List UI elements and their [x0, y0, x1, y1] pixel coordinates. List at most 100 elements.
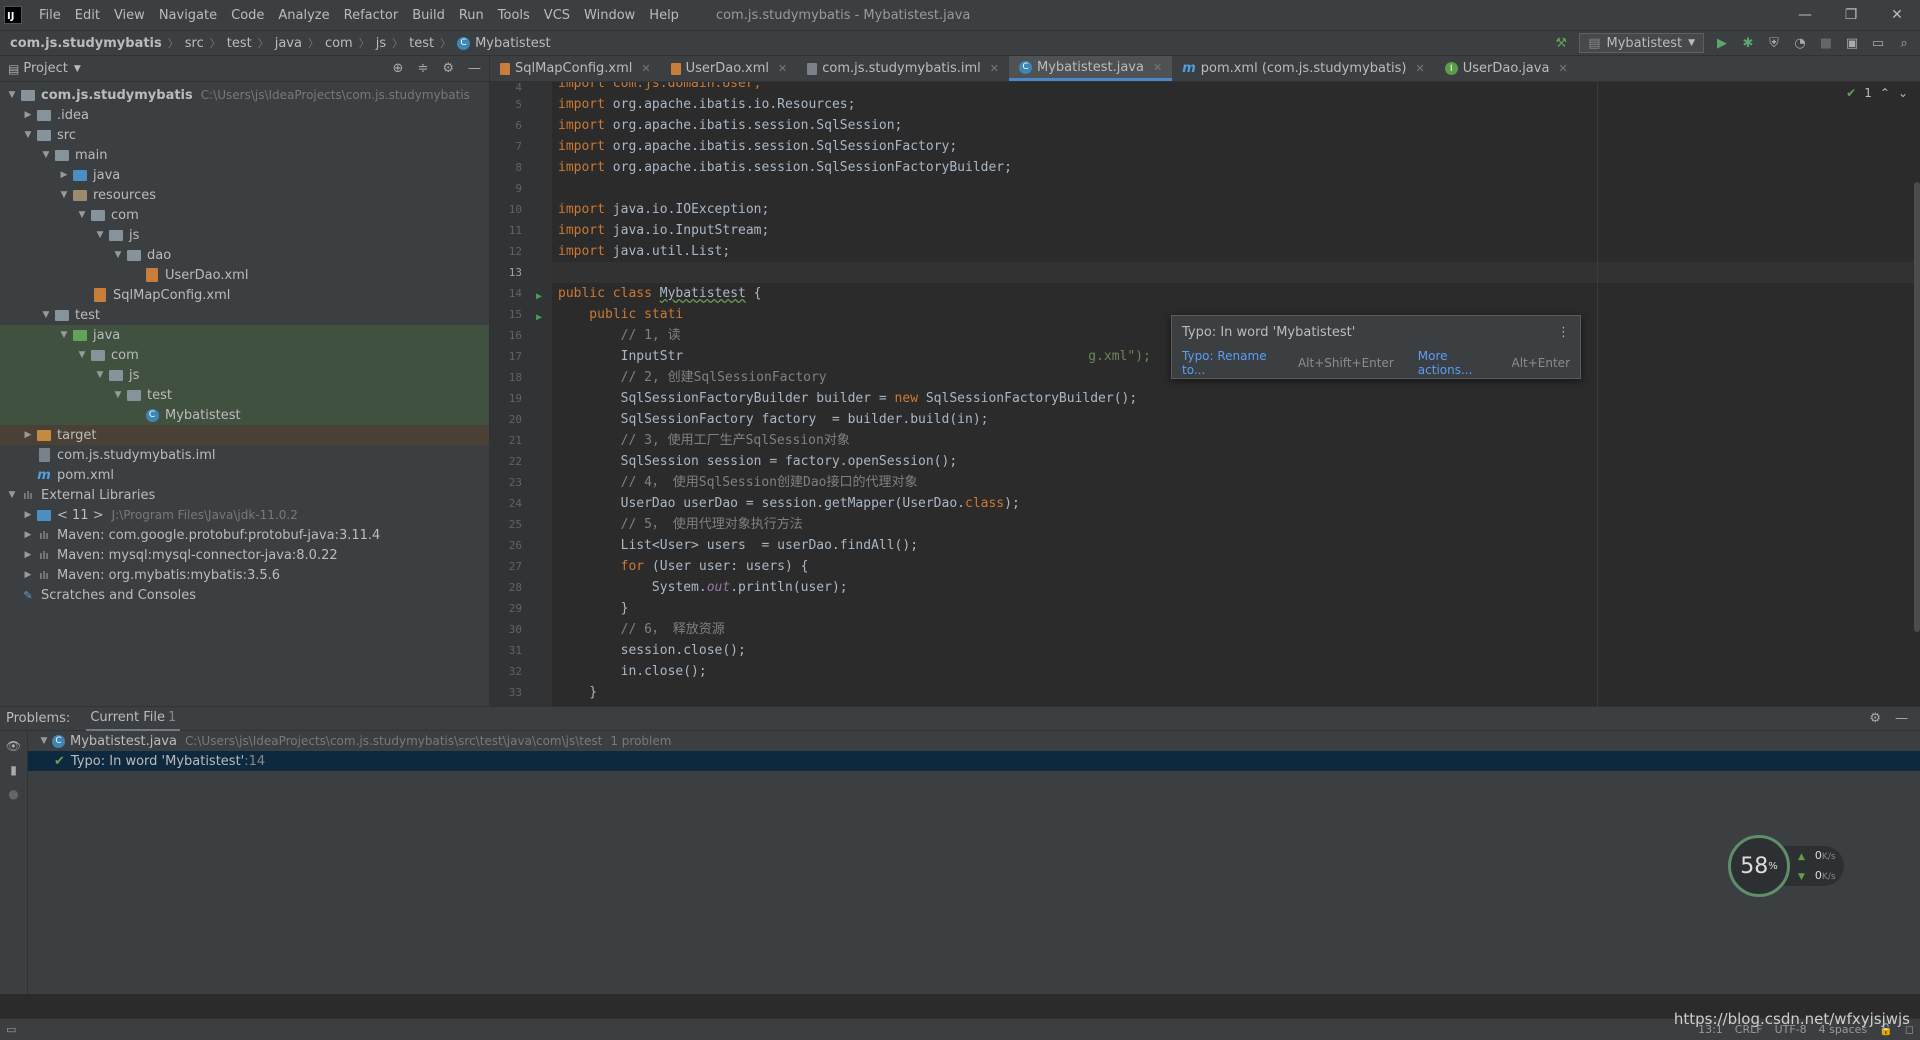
- coverage-icon[interactable]: ⛨: [1766, 35, 1782, 51]
- tree-node-dao[interactable]: ▼ dao: [0, 245, 489, 265]
- tree-node-test-js[interactable]: ▼ js: [0, 365, 489, 385]
- tree-node-src[interactable]: ▼ src: [0, 125, 489, 145]
- typo-word[interactable]: Mybatistest: [660, 286, 746, 301]
- menu-navigate[interactable]: Navigate: [152, 8, 224, 23]
- tree-node-js[interactable]: ▼ js: [0, 225, 489, 245]
- tree-node-resources[interactable]: ▼ resources: [0, 185, 489, 205]
- more-actions-link[interactable]: More actions...: [1418, 349, 1502, 377]
- menu-help[interactable]: Help: [642, 8, 686, 23]
- chevron-right-icon[interactable]: ▶: [20, 110, 36, 120]
- menu-window[interactable]: Window: [577, 8, 642, 23]
- breadcrumb-class[interactable]: Mybatistest: [475, 36, 551, 51]
- lightbulb-icon[interactable]: ●: [8, 787, 18, 801]
- tree-node-test-com[interactable]: ▼ com: [0, 345, 489, 365]
- tree-node-main-java[interactable]: ▶ java: [0, 165, 489, 185]
- chevron-right-icon[interactable]: ▶: [56, 170, 72, 180]
- chevron-down-icon[interactable]: ▼: [74, 64, 81, 74]
- chevron-down-icon[interactable]: ▼: [36, 736, 52, 746]
- tree-node-mybatistest[interactable]: C Mybatistest: [0, 405, 489, 425]
- chevron-down-icon[interactable]: ▼: [20, 130, 36, 140]
- tree-node-target[interactable]: ▶ target: [0, 425, 489, 445]
- chevron-down-icon[interactable]: ▼: [38, 150, 54, 160]
- problem-file-row[interactable]: ▼ C Mybatistest.java C:\Users\js\IdeaPro…: [28, 731, 1920, 751]
- breadcrumb-java[interactable]: java: [275, 36, 302, 51]
- tree-node-com[interactable]: ▼ com: [0, 205, 489, 225]
- close-icon[interactable]: ✕: [1153, 61, 1162, 74]
- chevron-right-icon[interactable]: ▶: [20, 430, 36, 440]
- tree-node-test-java[interactable]: ▼ java: [0, 325, 489, 345]
- chevron-down-icon[interactable]: ▼: [56, 330, 72, 340]
- minimize-button[interactable]: —: [1782, 7, 1828, 23]
- close-icon[interactable]: ✕: [778, 62, 787, 75]
- breadcrumb-src[interactable]: src: [185, 36, 204, 51]
- tab-userdao-xml[interactable]: UserDao.xml ✕: [661, 56, 798, 81]
- chevron-right-icon[interactable]: ▶: [20, 570, 36, 580]
- close-icon[interactable]: ✕: [641, 62, 650, 75]
- tab-sqlmapconfig[interactable]: SqlMapConfig.xml ✕: [490, 56, 661, 81]
- run-configuration-select[interactable]: ▤ Mybatistest ▼: [1579, 33, 1704, 53]
- tab-current-file[interactable]: Current File 1: [86, 706, 181, 731]
- close-icon[interactable]: ✕: [1558, 62, 1567, 75]
- rename-to-link[interactable]: Typo: Rename to...: [1182, 349, 1288, 377]
- chevron-down-icon[interactable]: ▼: [92, 230, 108, 240]
- tree-node-iml[interactable]: com.js.studymybatis.iml: [0, 445, 489, 465]
- menu-refactor[interactable]: Refactor: [337, 8, 406, 23]
- chevron-down-icon[interactable]: ▼: [74, 350, 90, 360]
- run-icon[interactable]: ▶: [1714, 35, 1730, 51]
- project-structure-icon[interactable]: ▣: [1844, 35, 1860, 51]
- build-hammer-icon[interactable]: ⚒: [1553, 35, 1569, 51]
- tree-node-main[interactable]: ▼ main: [0, 145, 489, 165]
- collapse-all-icon[interactable]: ≑: [417, 61, 428, 76]
- tree-node-scratches[interactable]: ✎ Scratches and Consoles: [0, 585, 489, 605]
- chevron-down-icon[interactable]: ▼: [4, 90, 20, 100]
- chevron-right-icon[interactable]: ▶: [20, 550, 36, 560]
- tree-node-root[interactable]: ▼ com.js.studymybatis C:\Users\js\IdeaPr…: [0, 85, 489, 105]
- breadcrumb-js[interactable]: js: [376, 36, 386, 51]
- tab-iml[interactable]: com.js.studymybatis.iml ✕: [797, 56, 1009, 81]
- restore-button[interactable]: ❐: [1828, 7, 1874, 23]
- close-button[interactable]: ✕: [1874, 7, 1920, 23]
- breadcrumb-project[interactable]: com.js.studymybatis: [10, 36, 162, 51]
- tool-windows-icon[interactable]: ▭: [6, 1023, 16, 1036]
- tree-node-pom[interactable]: m pom.xml: [0, 465, 489, 485]
- chevron-right-icon[interactable]: ▶: [20, 530, 36, 540]
- preview-icon[interactable]: ▮: [10, 763, 17, 777]
- close-icon[interactable]: ✕: [1416, 62, 1425, 75]
- more-vertical-icon[interactable]: ⋮: [1557, 325, 1570, 340]
- close-icon[interactable]: ✕: [990, 62, 999, 75]
- tree-node-jdk[interactable]: ▶ < 11 > J:\Program Files\Java\jdk-11.0.…: [0, 505, 489, 525]
- project-view-select[interactable]: Project: [23, 61, 67, 76]
- hide-icon[interactable]: —: [468, 61, 481, 76]
- menu-file[interactable]: File: [32, 8, 68, 23]
- tree-node-idea[interactable]: ▶ .idea: [0, 105, 489, 125]
- gear-icon[interactable]: ⚙: [442, 61, 454, 76]
- eye-icon[interactable]: 👁: [6, 739, 21, 753]
- tree-node-test[interactable]: ▼ test: [0, 305, 489, 325]
- performance-gauge-widget[interactable]: ▲ 0K/s ▼ 0K/s 58%: [1728, 835, 1848, 897]
- chevron-down-icon[interactable]: ▼: [110, 250, 126, 260]
- menu-run[interactable]: Run: [452, 8, 491, 23]
- locate-icon[interactable]: ⊕: [393, 61, 404, 76]
- menu-build[interactable]: Build: [405, 8, 452, 23]
- search-icon[interactable]: ⌕: [1896, 35, 1912, 51]
- menu-analyze[interactable]: Analyze: [271, 8, 336, 23]
- chevron-down-icon[interactable]: ▼: [4, 490, 20, 500]
- breadcrumb-test-pkg[interactable]: test: [409, 36, 434, 51]
- code-editor[interactable]: import com.js.domain.User; import org.ap…: [552, 82, 1920, 706]
- chevron-down-icon[interactable]: ▼: [110, 390, 126, 400]
- inspection-widget[interactable]: ✔ 1 ⌃ ⌄: [1846, 86, 1908, 100]
- chevron-down-icon[interactable]: ▼: [92, 370, 108, 380]
- menu-tools[interactable]: Tools: [491, 8, 537, 23]
- vertical-scrollbar[interactable]: [1914, 182, 1920, 632]
- profile-icon[interactable]: ◔: [1792, 35, 1808, 51]
- tree-node-test-pkg[interactable]: ▼ test: [0, 385, 489, 405]
- menu-edit[interactable]: Edit: [68, 8, 107, 23]
- tree-node-userdao-xml[interactable]: UserDao.xml: [0, 265, 489, 285]
- code-area[interactable]: 4 5 6 7 8 9 10 11 12 13 14 ▶ 15 ▶ 16 17 18…: [490, 82, 1920, 706]
- chevron-down-icon[interactable]: ▼: [74, 210, 90, 220]
- tab-pom[interactable]: m pom.xml (com.js.studymybatis) ✕: [1172, 56, 1435, 81]
- menu-view[interactable]: View: [107, 8, 152, 23]
- chevron-down-icon[interactable]: ▼: [56, 190, 72, 200]
- chevron-down-icon[interactable]: ▼: [38, 310, 54, 320]
- hide-icon[interactable]: —: [1895, 711, 1908, 726]
